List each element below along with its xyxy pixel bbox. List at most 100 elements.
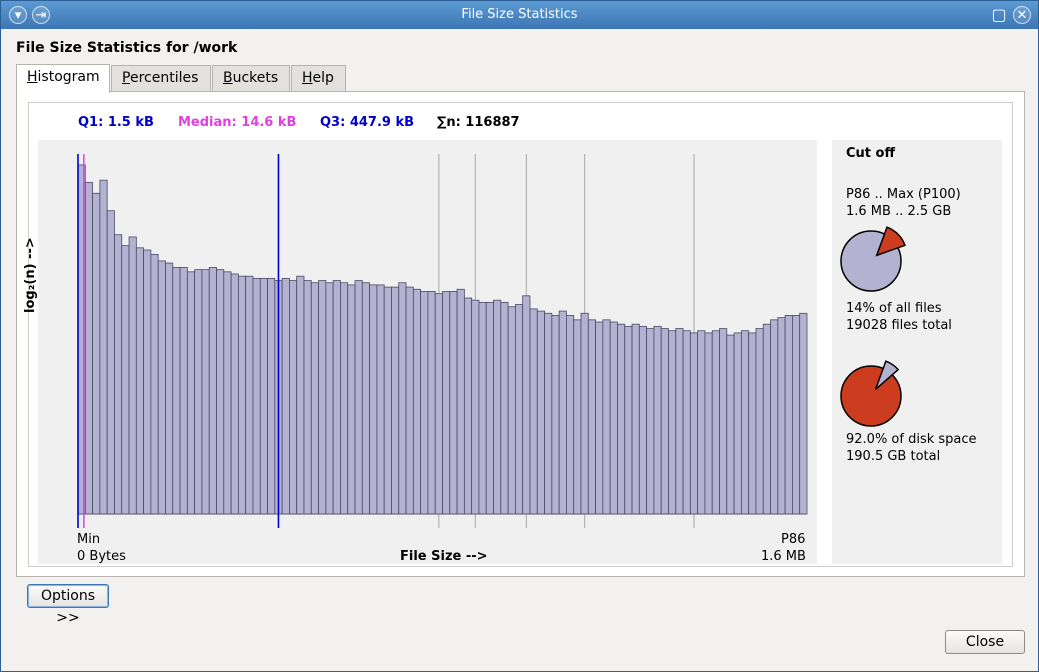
x-min-label: Min	[77, 532, 101, 547]
maximize-icon[interactable]: ▢	[990, 6, 1008, 24]
histogram-bar	[653, 325, 662, 515]
histogram-bar	[646, 328, 655, 515]
histogram-bar	[391, 286, 400, 515]
q3-stat: Q3: 447.9 kB	[320, 115, 415, 130]
tab-percentiles[interactable]: Percentiles	[111, 65, 211, 92]
tab-label: Histogram	[27, 69, 100, 85]
histogram-bar	[114, 234, 123, 515]
histogram-bar	[310, 282, 319, 515]
histogram-bar	[624, 325, 633, 515]
histogram-bar	[668, 330, 677, 515]
cutoff-range-label: P86 .. Max (P100)	[846, 187, 961, 202]
histogram-bar	[660, 328, 669, 515]
histogram-bar	[223, 271, 232, 515]
histogram-bar	[398, 282, 407, 515]
histogram-bar	[405, 286, 414, 515]
histogram-bar	[762, 323, 771, 515]
histogram-bar	[566, 315, 575, 515]
histogram-bar	[697, 330, 706, 515]
histogram-bar	[259, 277, 268, 515]
space-total: 190.5 GB total	[846, 449, 941, 464]
cutoff-title: Cut off	[846, 146, 895, 161]
histogram-bar	[587, 319, 596, 515]
histogram-bar	[420, 291, 429, 515]
histogram-bar	[361, 282, 370, 515]
y-axis-label: log₂(n) -->	[23, 237, 38, 313]
tab-histogram[interactable]: Histogram	[16, 64, 110, 93]
titlebar: ▾ ⇥ File Size Statistics ▢ ✕	[1, 1, 1038, 29]
window-title: File Size Statistics	[461, 7, 578, 22]
cutoff-panel: Cut off P86 .. Max (P100) 1.6 MB .. 2.5 …	[832, 140, 1002, 564]
histogram-bar	[792, 315, 801, 515]
histogram-bar	[522, 295, 531, 515]
histogram-bar	[748, 332, 757, 515]
histogram-bar	[500, 301, 509, 515]
histogram-bar	[675, 328, 684, 515]
x-max-value: 1.6 MB	[761, 549, 806, 564]
histogram-bar	[172, 267, 181, 515]
histogram-bar	[412, 288, 422, 515]
tab-buckets[interactable]: Buckets	[212, 65, 290, 92]
histogram-bar	[281, 277, 290, 515]
histogram-bar	[558, 310, 567, 515]
histogram-bar	[682, 330, 691, 515]
histogram-bar	[157, 260, 166, 515]
histogram-bar	[216, 269, 225, 515]
page-title: File Size Statistics for /work	[16, 40, 238, 56]
histogram-bar	[544, 312, 553, 515]
histogram-bar	[427, 291, 436, 515]
histogram-bar	[179, 267, 188, 515]
histogram-bar	[478, 301, 487, 515]
count-stat: ∑n: 116887	[437, 115, 520, 130]
options-button[interactable]: Options >>	[27, 584, 109, 626]
histogram-chart	[77, 154, 808, 528]
histogram-bar	[237, 275, 247, 515]
histogram-bar	[719, 328, 728, 515]
cutoff-range-values: 1.6 MB .. 2.5 GB	[846, 204, 952, 219]
histogram-bar	[325, 282, 334, 515]
tab-help[interactable]: Help	[291, 65, 346, 92]
histogram-bar	[289, 280, 298, 515]
x-axis-label: File Size -->	[400, 549, 488, 564]
histogram-bar	[507, 306, 516, 515]
histogram-bar	[99, 179, 108, 515]
histogram-chart-area	[38, 140, 817, 564]
histogram-bar	[529, 308, 538, 515]
histogram-bar	[303, 280, 312, 515]
histogram-bar	[536, 310, 545, 515]
histogram-bar	[165, 262, 174, 515]
close-button[interactable]: Close	[945, 630, 1025, 654]
histogram-bar	[121, 245, 130, 515]
histogram-bar	[267, 277, 276, 515]
histogram-bar	[376, 284, 385, 515]
histogram-bar	[296, 275, 305, 515]
histogram-bar	[201, 269, 210, 515]
histogram-bar	[84, 181, 93, 515]
histogram-bar	[689, 332, 699, 515]
histogram-bar	[463, 297, 473, 515]
histogram-bar	[609, 321, 618, 515]
q1-stat: Q1: 1.5 kB	[78, 115, 154, 130]
space-pie-chart	[840, 360, 902, 427]
histogram-bar	[128, 236, 137, 515]
histogram-bar	[194, 269, 203, 515]
x-max-label: P86	[781, 532, 806, 547]
tab-label: Help	[302, 70, 334, 86]
histogram-bar	[92, 192, 101, 515]
histogram-bar	[493, 299, 502, 515]
histogram-bar	[617, 323, 626, 515]
histogram-bar	[135, 247, 145, 515]
histogram-bar	[711, 330, 720, 515]
histogram-bar	[434, 293, 443, 515]
x-min-value: 0 Bytes	[77, 549, 126, 564]
histogram-bar	[186, 271, 196, 515]
histogram-bar	[551, 315, 560, 515]
close-icon[interactable]: ✕	[1013, 6, 1031, 24]
histogram-bar	[704, 332, 713, 515]
histogram-bar	[770, 319, 779, 515]
histogram-bar	[456, 288, 465, 515]
histogram-bar	[230, 273, 239, 515]
histogram-bar	[726, 334, 735, 515]
histogram-bar	[150, 253, 159, 515]
close-button-label: Close	[965, 634, 1005, 650]
